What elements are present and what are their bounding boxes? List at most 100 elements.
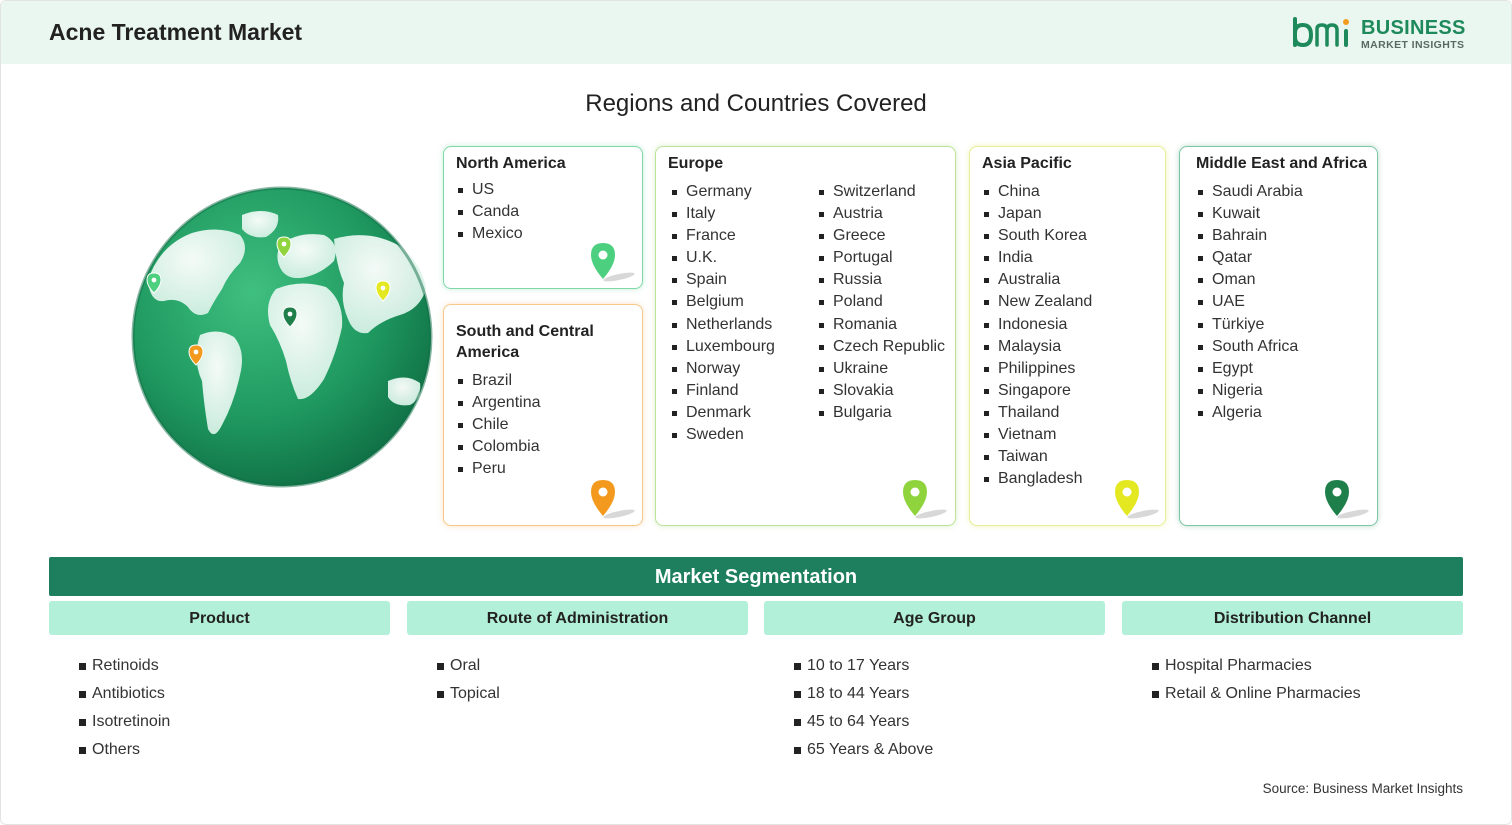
region-title: South and Central America: [456, 323, 594, 361]
page-title: Acne Treatment Market: [49, 19, 303, 45]
location-pin-icon: [591, 480, 635, 519]
country-list: Brazil Argentina Chile Colombia Peru: [456, 370, 541, 480]
regions-title: Regions and Countries Covered: [585, 90, 927, 117]
region-title: Asia Pacific: [982, 155, 1072, 172]
list-item: Oman: [1196, 269, 1303, 291]
list-item: Qatar: [1196, 247, 1303, 269]
list-item: Norway: [670, 358, 775, 380]
country-list-col2: Switzerland Austria Greece Portugal Russ…: [817, 181, 945, 424]
segment-header-product: Product: [49, 601, 390, 635]
list-item: Sweden: [670, 424, 775, 446]
country-list-col1: Germany Italy France U.K. Spain Belgium …: [670, 181, 775, 446]
list-item: Bangladesh: [982, 468, 1092, 490]
list-item: UAE: [1196, 291, 1303, 313]
segment-list-distribution: Hospital Pharmacies Retail & Online Phar…: [1152, 652, 1361, 708]
list-item: Isotretinoin: [79, 708, 170, 736]
list-item: Argentina: [456, 392, 541, 414]
list-item: Chile: [456, 414, 541, 436]
list-item: Luxembourg: [670, 336, 775, 358]
list-item: Hospital Pharmacies: [1152, 652, 1361, 680]
list-item: South Korea: [982, 225, 1092, 247]
list-item: Mexico: [456, 223, 523, 245]
brand-logo[interactable]: BUSINESS MARKET INSIGHTS: [1291, 15, 1471, 55]
list-item: Poland: [817, 291, 945, 313]
list-item: Russia: [817, 269, 945, 291]
region-card-north-america: North America US Canda Mexico: [443, 146, 643, 289]
source-note: Source: Business Market Insights: [1262, 781, 1463, 796]
list-item: Austria: [817, 203, 945, 225]
country-list: US Canda Mexico: [456, 179, 523, 245]
segment-header-route: Route of Administration: [407, 601, 748, 635]
list-item: Romania: [817, 314, 945, 336]
list-item: South Africa: [1196, 336, 1303, 358]
segment-header-age-group: Age Group: [764, 601, 1105, 635]
segment-header-distribution: Distribution Channel: [1122, 601, 1463, 635]
region-card-asia-pacific: Asia Pacific China Japan South Korea Ind…: [969, 146, 1166, 526]
list-item: Singapore: [982, 380, 1092, 402]
list-item: Retail & Online Pharmacies: [1152, 680, 1361, 708]
list-item: 65 Years & Above: [794, 736, 933, 764]
region-card-south-central-america: South and Central America Brazil Argenti…: [443, 304, 643, 526]
location-pin-icon: [1325, 480, 1369, 519]
segment-list-product: Retinoids Antibiotics Isotretinoin Other…: [79, 652, 170, 764]
list-item: China: [982, 181, 1092, 203]
list-item: India: [982, 247, 1092, 269]
list-item: Bahrain: [1196, 225, 1303, 247]
list-item: Ukraine: [817, 358, 945, 380]
region-card-europe: Europe Germany Italy France U.K. Spain B…: [655, 146, 956, 526]
list-item: Algeria: [1196, 402, 1303, 424]
list-item: Czech Republic: [817, 336, 945, 358]
list-item: Taiwan: [982, 446, 1092, 468]
list-item: Netherlands: [670, 314, 775, 336]
list-item: Colombia: [456, 436, 541, 458]
list-item: Brazil: [456, 370, 541, 392]
list-item: Peru: [456, 458, 541, 480]
region-title: Europe: [668, 155, 724, 172]
list-item: 10 to 17 Years: [794, 652, 933, 680]
market-segmentation-header: Market Segmentation: [49, 557, 1463, 596]
list-item: Spain: [670, 269, 775, 291]
list-item: Indonesia: [982, 314, 1092, 336]
list-item: Philippines: [982, 358, 1092, 380]
list-item: Malaysia: [982, 336, 1092, 358]
list-item: Italy: [670, 203, 775, 225]
list-item: Bulgaria: [817, 402, 945, 424]
bmi-logo-icon: [1293, 17, 1349, 48]
list-item: Topical: [437, 680, 500, 708]
list-item: Thailand: [982, 402, 1092, 424]
list-item: New Zealand: [982, 291, 1092, 313]
list-item: Oral: [437, 652, 500, 680]
region-title: North America: [456, 155, 566, 172]
list-item: Japan: [982, 203, 1092, 225]
logo-text-market-insights: MARKET INSIGHTS: [1361, 39, 1465, 51]
list-item: Nigeria: [1196, 380, 1303, 402]
region-title: Middle East and Africa: [1196, 155, 1367, 172]
list-item: Vietnam: [982, 424, 1092, 446]
location-pin-icon: [591, 243, 635, 282]
list-item: Slovakia: [817, 380, 945, 402]
location-pin-icon: [903, 480, 947, 519]
list-item: US: [456, 179, 523, 201]
list-item: Finland: [670, 380, 775, 402]
country-list: Saudi Arabia Kuwait Bahrain Qatar Oman U…: [1196, 181, 1303, 424]
country-list: China Japan South Korea India Australia …: [982, 181, 1092, 490]
list-item: Denmark: [670, 402, 775, 424]
list-item: France: [670, 225, 775, 247]
region-card-middle-east-africa: Middle East and Africa Saudi Arabia Kuwa…: [1179, 146, 1378, 526]
list-item: Canda: [456, 201, 523, 223]
list-item: Retinoids: [79, 652, 170, 680]
list-item: Kuwait: [1196, 203, 1303, 225]
page-header: Acne Treatment Market BUSINESS MARKET IN…: [1, 1, 1511, 64]
globe-icon: [131, 186, 433, 488]
list-item: Türkiye: [1196, 314, 1303, 336]
list-item: Germany: [670, 181, 775, 203]
segment-list-route: Oral Topical: [437, 652, 500, 708]
list-item: Egypt: [1196, 358, 1303, 380]
segment-list-age-group: 10 to 17 Years 18 to 44 Years 45 to 64 Y…: [794, 652, 933, 764]
list-item: U.K.: [670, 247, 775, 269]
location-pin-icon: [1115, 480, 1159, 519]
list-item: Switzerland: [817, 181, 945, 203]
list-item: Belgium: [670, 291, 775, 313]
list-item: 45 to 64 Years: [794, 708, 933, 736]
list-item: Others: [79, 736, 170, 764]
